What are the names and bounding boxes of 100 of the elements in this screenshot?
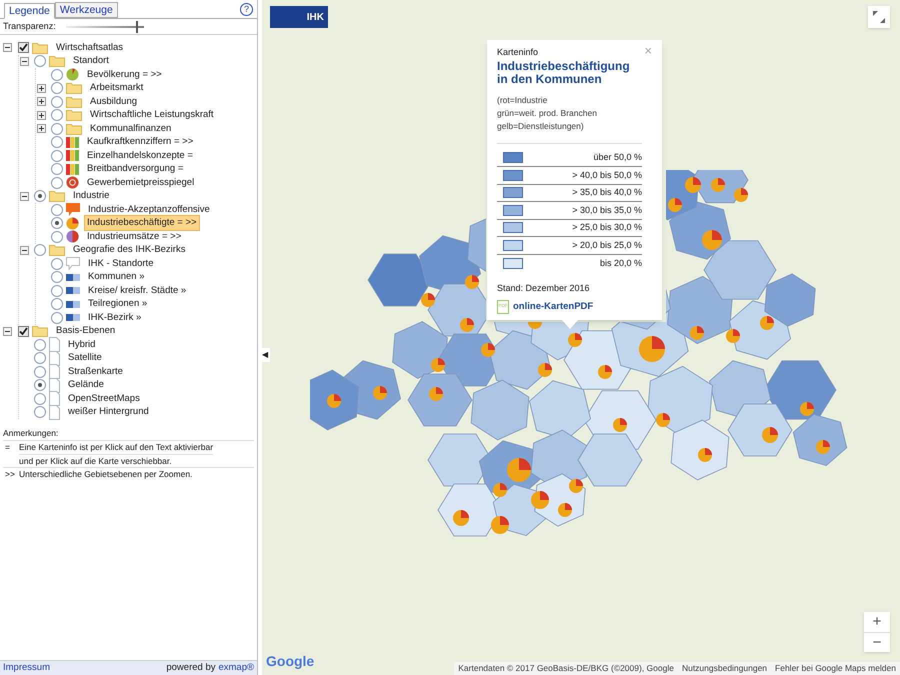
layer-label[interactable]: Ausbildung: [87, 94, 140, 110]
radio-button[interactable]: [51, 271, 63, 284]
layer-label[interactable]: Arbeitsmarkt: [87, 80, 146, 96]
layer-label[interactable]: Basis-Ebenen: [53, 323, 118, 340]
target-icon: [66, 176, 79, 190]
layer-label[interactable]: Geografie des IHK-Bezirks: [70, 242, 188, 258]
radio-button[interactable]: [51, 176, 63, 189]
layer-label[interactable]: Straßenkarte: [65, 364, 126, 380]
popup-description: (rot=Industrie: [497, 94, 548, 106]
collapse-icon[interactable]: [20, 192, 29, 201]
radio-button[interactable]: [51, 204, 63, 216]
map-background[interactable]: [262, 0, 900, 675]
radio-button[interactable]: [51, 68, 63, 81]
layer-label[interactable]: weißer Hintergrund: [65, 404, 152, 420]
map-link[interactable]: Nutzungsbedingungen: [678, 662, 772, 675]
page-icon: [49, 337, 60, 352]
fullscreen-button[interactable]: [868, 6, 890, 28]
layer-label[interactable]: Einzelhandelskonzepte =: [84, 148, 196, 164]
checkbox[interactable]: [18, 326, 29, 337]
layer-label[interactable]: Industriebeschäftigte = >>: [84, 215, 200, 232]
radio-button[interactable]: [34, 244, 46, 256]
legend-label: bis 20,0 %: [600, 256, 642, 270]
speech-bubble-icon: [66, 203, 80, 216]
zoom-out-button[interactable]: −: [864, 632, 890, 652]
collapse-icon[interactable]: [3, 326, 12, 336]
layer-label[interactable]: Hybrid: [65, 336, 98, 353]
layer-label[interactable]: Bevölkerung = >>: [84, 66, 165, 83]
pdf-link[interactable]: online-KartenPDF: [513, 300, 594, 314]
radio-button[interactable]: [34, 190, 46, 202]
help-button[interactable]: ?: [240, 3, 253, 16]
zoom-in-button[interactable]: +: [864, 612, 890, 632]
radio-button[interactable]: [34, 338, 46, 351]
impressum-link[interactable]: Impressum: [3, 660, 50, 675]
popup-description: gelb=Dienstleistungen): [497, 120, 585, 132]
radio-button[interactable]: [34, 379, 46, 392]
collapse-panel-button[interactable]: ◀: [262, 348, 270, 362]
radio-button[interactable]: [51, 258, 63, 270]
radio-button[interactable]: [34, 352, 46, 364]
layer-label[interactable]: Wirtschaftsatlas: [53, 40, 126, 56]
layer-label[interactable]: Kommunalfinanzen: [87, 120, 174, 137]
expand-icon[interactable]: [37, 110, 46, 120]
radio-button[interactable]: [51, 163, 63, 176]
radio-button[interactable]: [51, 230, 63, 243]
layer-label[interactable]: Standort: [70, 53, 112, 70]
radio-button[interactable]: [34, 366, 46, 378]
layer-label[interactable]: Teilregionen »: [85, 296, 150, 312]
layer-label[interactable]: Kommunen »: [85, 269, 148, 286]
radio-button[interactable]: [34, 392, 46, 405]
layer-label[interactable]: Industrieumsätze = >>: [84, 228, 184, 245]
powered-by-text: powered by: [166, 660, 216, 675]
exmap-link[interactable]: exmap®: [218, 660, 254, 675]
radio-button[interactable]: [51, 122, 63, 135]
popup-title: Industriebeschäftigung in den Kommunen: [497, 60, 631, 86]
radio-button[interactable]: [51, 217, 63, 230]
layer-label[interactable]: Kaufkraftkennziffern = >>: [84, 134, 196, 150]
expand-icon[interactable]: [37, 84, 46, 93]
checkbox[interactable]: [18, 42, 29, 54]
radio-button[interactable]: [34, 55, 46, 68]
layer-label[interactable]: OpenStreetMaps: [65, 390, 143, 407]
tab[interactable]: Werkzeuge: [54, 2, 118, 18]
layer-label[interactable]: Breitbandversorgung =: [84, 161, 186, 178]
popup-pointer: [562, 320, 578, 329]
legend-label: > 40,0 bis 50,0 %: [572, 168, 642, 182]
layer-label[interactable]: IHK - Standorte: [85, 256, 156, 272]
area-layer-icon: [66, 314, 80, 322]
layer-label[interactable]: Gelände: [65, 377, 107, 394]
color-bars-icon: [66, 150, 79, 162]
radio-button[interactable]: [51, 82, 63, 94]
radio-button[interactable]: [51, 298, 63, 310]
folder-icon: [66, 122, 82, 135]
collapse-icon[interactable]: [3, 43, 12, 52]
radio-button[interactable]: [51, 284, 63, 297]
note-symbol: =: [5, 440, 11, 454]
layer-label[interactable]: Kreise/ kreisfr. Städte »: [85, 282, 190, 299]
note-symbol: >>: [5, 468, 16, 481]
legend-label: > 30,0 bis 35,0 %: [572, 204, 642, 216]
layer-label[interactable]: Industrie: [70, 188, 112, 204]
note-text: Unterschiedliche Gebietsebenen per Zoomen.: [19, 468, 192, 481]
popup-description: grün=weit. prod. Branchen: [497, 106, 598, 120]
folder-icon: [49, 244, 65, 256]
radio-button[interactable]: [51, 136, 63, 148]
radio-button[interactable]: [34, 406, 46, 418]
radio-button[interactable]: [51, 150, 63, 162]
popup-date: Stand: Dezember 2016: [497, 282, 591, 295]
transparency-slider[interactable]: [66, 20, 144, 32]
layer-label[interactable]: IHK-Bezirk »: [85, 310, 144, 326]
layer-label[interactable]: Gewerbemietpreisspiegel: [84, 174, 198, 191]
radio-button[interactable]: [51, 96, 63, 108]
expand-icon[interactable]: [37, 97, 46, 106]
tab[interactable]: Legende: [4, 3, 55, 19]
layer-label[interactable]: Satellite: [65, 350, 105, 366]
expand-icon[interactable]: [37, 124, 46, 134]
layer-label[interactable]: Wirtschaftliche Leistungskraft: [87, 107, 217, 124]
radio-button[interactable]: [51, 312, 63, 324]
radio-button[interactable]: [51, 109, 63, 122]
layer-label[interactable]: Industrie-Akzeptanzoffensive: [85, 202, 213, 218]
collapse-icon[interactable]: [20, 246, 29, 255]
map-link[interactable]: Fehler bei Google Maps melden: [771, 662, 900, 675]
collapse-icon[interactable]: [20, 56, 29, 66]
folder-icon: [49, 55, 65, 68]
